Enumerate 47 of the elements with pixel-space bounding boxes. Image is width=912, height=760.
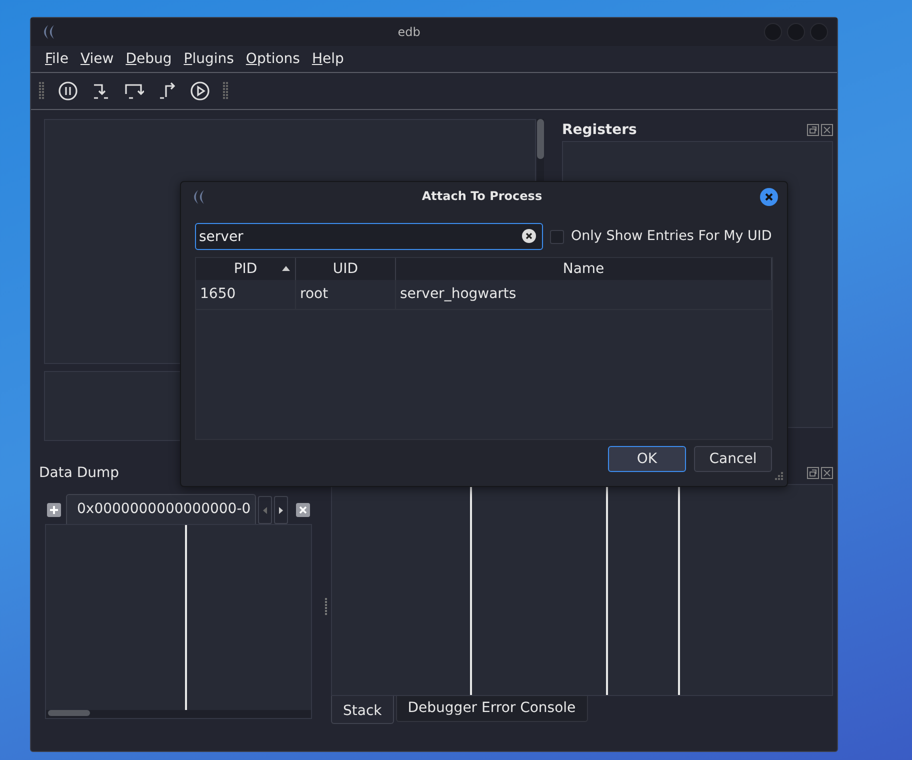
close-button[interactable]: [760, 188, 778, 206]
play-icon[interactable]: [190, 81, 210, 101]
dock-title: Data Dump: [39, 464, 120, 482]
close-icon[interactable]: [821, 467, 833, 479]
close-icon[interactable]: [821, 124, 833, 136]
dump-tab[interactable]: 0x0000000000000000-0: [66, 494, 256, 524]
window-title: edb: [398, 24, 420, 38]
dialog-title: Attach To Process: [422, 189, 542, 203]
checkbox-label[interactable]: Only Show Entries For My UID: [571, 226, 772, 247]
plus-icon: [50, 506, 58, 514]
close-tab-button[interactable]: [296, 503, 310, 517]
table-cell: 1650: [196, 280, 296, 309]
step-into-icon[interactable]: [91, 81, 111, 101]
close-icon: [765, 192, 773, 200]
menu-item[interactable]: Help: [306, 48, 350, 70]
clear-icon[interactable]: [522, 229, 536, 243]
dialog-button[interactable]: OK: [608, 446, 686, 472]
dock-title: Registers: [562, 120, 637, 140]
float-icon[interactable]: [807, 124, 819, 136]
left-arrow-icon: [263, 506, 267, 514]
dialog-button[interactable]: Cancel: [694, 446, 772, 472]
step-out-icon[interactable]: [157, 81, 177, 101]
step-over-icon[interactable]: [124, 81, 144, 101]
toolbar-grip-icon[interactable]: [39, 82, 45, 100]
menu-item[interactable]: Options: [240, 48, 306, 70]
toolbar-grip-icon[interactable]: [223, 82, 229, 100]
close-icon: [299, 506, 307, 514]
add-tab-button[interactable]: [47, 503, 61, 517]
table-cell: server_hogwarts: [396, 280, 772, 309]
float-icon[interactable]: [807, 467, 819, 479]
menu-item[interactable]: Plugins: [178, 48, 240, 70]
right-arrow-icon: [279, 506, 283, 514]
menu-item[interactable]: File: [39, 48, 74, 70]
dock-tab[interactable]: Stack: [331, 696, 394, 724]
menu-item[interactable]: Debug: [120, 48, 178, 70]
splitter-grip-icon[interactable]: [324, 598, 328, 616]
scrollbar[interactable]: [46, 710, 311, 718]
table-cell: root: [296, 280, 396, 309]
search-field[interactable]: server: [195, 223, 543, 250]
pause-icon[interactable]: [58, 81, 78, 101]
resize-grip-icon[interactable]: [773, 472, 783, 482]
column-header[interactable]: PID: [196, 258, 296, 280]
dock-tab[interactable]: Debugger Error Console: [396, 696, 588, 722]
column-header[interactable]: UID: [296, 258, 396, 280]
column-header[interactable]: Name: [396, 258, 772, 280]
menu-item[interactable]: View: [74, 48, 120, 70]
checkbox[interactable]: [550, 230, 564, 244]
